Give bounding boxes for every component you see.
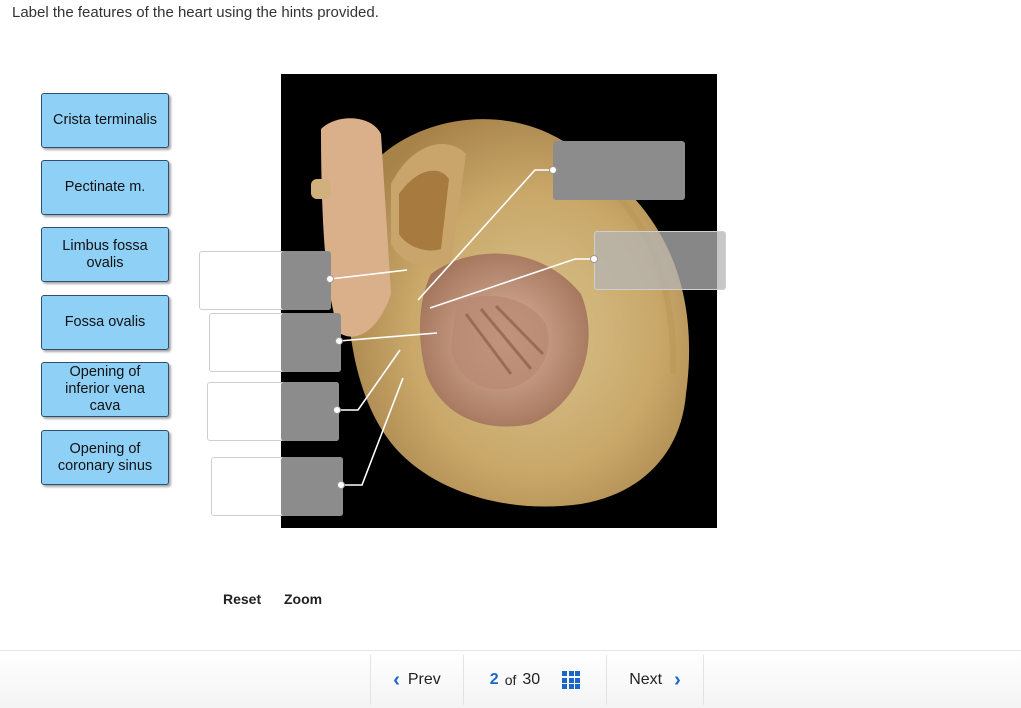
next-label: Next xyxy=(629,671,663,688)
instruction-text: Label the features of the heart using th… xyxy=(12,4,379,21)
prev-label: Prev xyxy=(407,671,441,688)
anchor-dot xyxy=(590,255,598,263)
anchor-dot xyxy=(326,275,334,283)
label-pectinate-m[interactable]: Pectinate m. xyxy=(41,160,169,215)
label-limbus-fossa-ovalis[interactable]: Limbus fossa ovalis xyxy=(41,227,169,282)
chevron-right-icon: › xyxy=(674,668,681,691)
drop-target-1-fill xyxy=(281,251,331,310)
anchor-dot xyxy=(335,337,343,345)
prev-button[interactable]: ‹ Prev xyxy=(371,655,464,705)
label-text: Crista terminalis xyxy=(53,112,157,128)
anchor-dot xyxy=(549,166,557,174)
drop-target-6[interactable] xyxy=(594,231,726,290)
label-text: Opening of coronary sinus xyxy=(57,440,153,474)
chevron-left-icon: ‹ xyxy=(393,668,400,691)
label-text: Pectinate m. xyxy=(64,179,146,195)
total-pages: 30 xyxy=(522,671,541,688)
anchor-dot xyxy=(337,481,345,489)
drop-target-3-fill xyxy=(281,382,339,441)
page-indicator[interactable]: 2 of 30 xyxy=(464,655,607,705)
drop-target-5[interactable] xyxy=(553,141,685,200)
label-text: Fossa ovalis xyxy=(64,314,146,330)
drop-target-4-fill xyxy=(281,457,343,516)
zoom-button[interactable]: Zoom xyxy=(284,591,322,607)
label-crista-terminalis[interactable]: Crista terminalis xyxy=(41,93,169,148)
label-fossa-ovalis[interactable]: Fossa ovalis xyxy=(41,295,169,350)
current-page: 2 xyxy=(489,671,499,688)
label-text: Limbus fossa ovalis xyxy=(62,237,148,271)
label-text: Opening of inferior vena cava xyxy=(65,364,145,414)
reset-button[interactable]: Reset xyxy=(223,591,261,607)
question-navigation: ‹ Prev 2 of 30 Next › xyxy=(370,655,704,705)
grid-icon xyxy=(562,671,581,689)
anchor-dot xyxy=(333,406,341,414)
drop-target-2-fill xyxy=(281,313,341,372)
next-button[interactable]: Next › xyxy=(607,655,703,705)
label-opening-coronary-sinus[interactable]: Opening of coronary sinus xyxy=(41,430,169,485)
label-opening-inferior-vena-cava[interactable]: Opening of inferior vena cava xyxy=(41,362,169,417)
page-of: of xyxy=(504,672,517,688)
